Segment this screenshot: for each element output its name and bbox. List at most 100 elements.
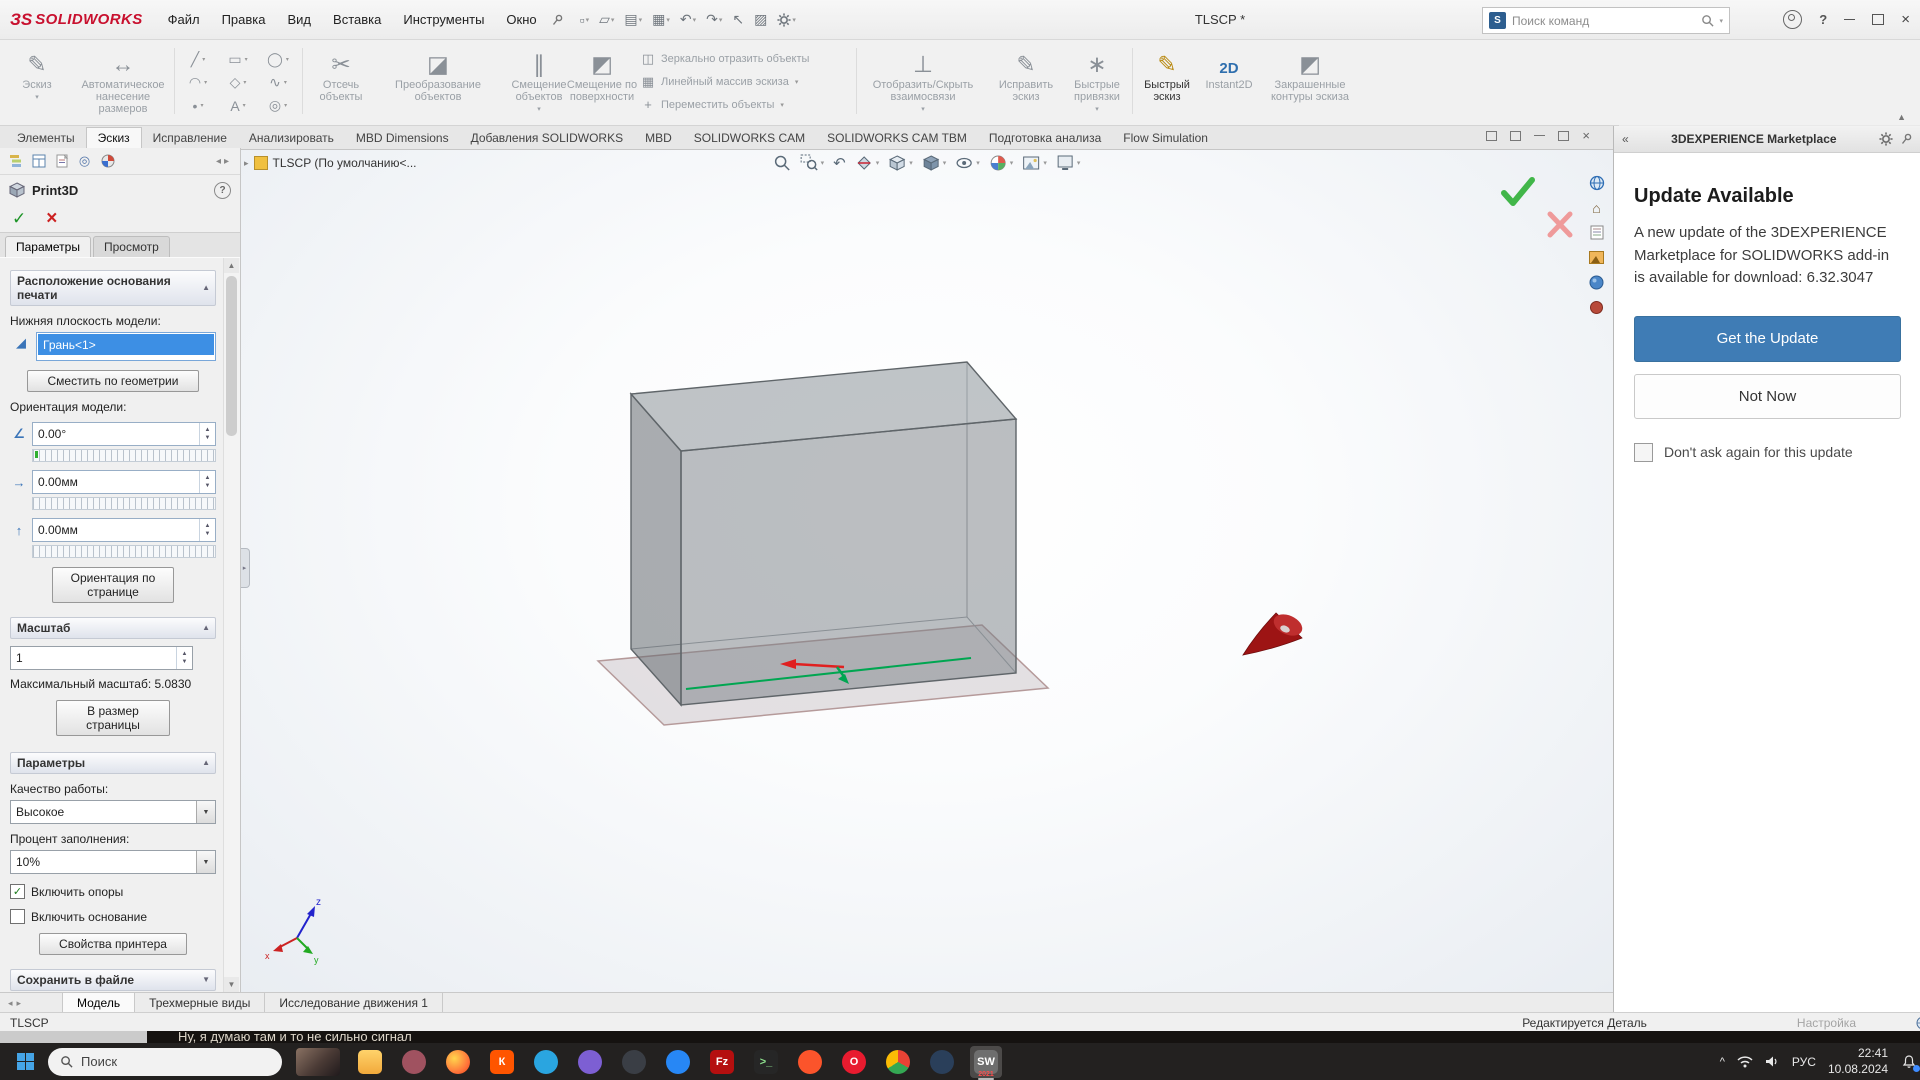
taskbar-app-icon[interactable] bbox=[574, 1046, 606, 1078]
base-checkbox-row[interactable]: Включить основание bbox=[10, 909, 216, 924]
hide-show-items-icon[interactable]: ▾ bbox=[955, 154, 980, 172]
doc-minimize-icon[interactable] bbox=[1534, 135, 1545, 136]
tray-overflow-icon[interactable]: ^ bbox=[1720, 1056, 1725, 1068]
edit-appearance-icon[interactable]: ▾ bbox=[989, 154, 1014, 172]
search-dropdown-icon[interactable]: ▾ bbox=[1719, 17, 1723, 25]
tab-scroll-icons[interactable]: ◂▸ bbox=[8, 993, 25, 1013]
menu-item[interactable]: Окно bbox=[495, 0, 547, 39]
notification-bell-icon[interactable] bbox=[1900, 1053, 1918, 1071]
display-style-icon[interactable]: ▾ bbox=[922, 154, 947, 172]
appearances-sphere-icon[interactable] bbox=[1588, 274, 1605, 291]
ribbon-tab[interactable]: Элементы bbox=[6, 128, 86, 149]
resources-globe-icon[interactable] bbox=[1588, 174, 1605, 191]
volume-icon[interactable] bbox=[1765, 1055, 1780, 1068]
dimxpertmanager-tab-icon[interactable]: ◎ bbox=[77, 154, 92, 169]
ribbon-tab[interactable]: Анализировать bbox=[238, 128, 345, 149]
pm-cancel-icon[interactable]: × bbox=[46, 209, 57, 228]
new-document-icon[interactable]: ▫▾ bbox=[576, 10, 593, 30]
command-search-box[interactable]: S Поиск команд ▾ bbox=[1482, 7, 1730, 34]
dont-ask-checkbox-row[interactable]: Don't ask again for this update bbox=[1634, 443, 1901, 462]
rebuild-icon[interactable]: ▨ bbox=[750, 9, 771, 30]
design-library-icon[interactable] bbox=[1588, 224, 1605, 241]
cascade-windows-icon[interactable] bbox=[1510, 131, 1521, 141]
ribbon-tab[interactable]: Flow Simulation bbox=[1112, 128, 1219, 149]
pm-section-params[interactable]: Параметры▲ bbox=[10, 752, 216, 774]
pm-ok-icon[interactable]: ✓ bbox=[12, 209, 26, 229]
taskbar-app-icon[interactable]: O bbox=[838, 1046, 870, 1078]
custom-properties-icon[interactable] bbox=[1588, 299, 1605, 316]
manager-tabs-scroll-icons[interactable]: ◂▸ bbox=[216, 156, 232, 167]
dy-slider[interactable] bbox=[32, 545, 216, 558]
zoom-area-icon[interactable]: ▾ bbox=[800, 154, 825, 172]
sketch-tool-icon[interactable]: •▾ bbox=[178, 94, 218, 117]
taskbar-app-icon[interactable]: К bbox=[486, 1046, 518, 1078]
doc-restore-icon[interactable] bbox=[1558, 131, 1569, 141]
checkbox-unchecked-icon[interactable] bbox=[1634, 443, 1653, 462]
configurationmanager-tab-icon[interactable] bbox=[54, 154, 69, 169]
selection-listbox[interactable]: Грань<1> bbox=[36, 332, 216, 361]
pin-menu-icon[interactable] bbox=[548, 12, 568, 28]
zoom-fit-icon[interactable] bbox=[773, 154, 791, 172]
printer-properties-button[interactable]: Свойства принтера bbox=[39, 933, 187, 955]
pm-section-scale[interactable]: Масштаб▲ bbox=[10, 617, 216, 639]
ribbon-tab[interactable]: Подготовка анализа bbox=[978, 128, 1112, 149]
help-icon[interactable]: ? bbox=[1819, 12, 1827, 27]
taskbar-app-icon[interactable] bbox=[882, 1046, 914, 1078]
undo-icon[interactable]: ↶▾ bbox=[676, 9, 700, 30]
pm-tab[interactable]: Просмотр bbox=[93, 236, 170, 257]
sketch-tool-icon[interactable]: ╱▾ bbox=[178, 48, 218, 71]
ribbon-rapid-sketch-button[interactable]: ✎ Быстрый эскиз bbox=[1138, 44, 1196, 103]
collapse-panel-icon[interactable]: « bbox=[1622, 132, 1629, 146]
ribbon-linear-pattern-button[interactable]: ▦ Линейный массив эскиза ▾ bbox=[640, 74, 854, 90]
ribbon-tab[interactable]: Добавления SOLIDWORKS bbox=[460, 128, 635, 149]
previous-view-icon[interactable]: ↶ bbox=[833, 154, 846, 172]
panel-splitter-handle[interactable]: ▸ bbox=[240, 548, 250, 588]
document-tab[interactable]: Трехмерные виды bbox=[135, 993, 265, 1013]
taskbar-app-icon[interactable] bbox=[926, 1046, 958, 1078]
orient-to-page-button[interactable]: Ориентация по странице bbox=[52, 567, 174, 603]
dy-input[interactable]: 0.00мм ▲▼ bbox=[32, 518, 216, 542]
options-gear-icon[interactable]: ▾ bbox=[773, 11, 800, 29]
menu-item[interactable]: Вид bbox=[277, 0, 323, 39]
infill-select[interactable]: 10% ▼ bbox=[10, 850, 216, 874]
graphics-viewport[interactable]: z x y ▸ TLSCP (По умолчанию<... ▾ ↶ ▾ ▾ bbox=[240, 148, 1613, 992]
quality-select[interactable]: Высокое ▼ bbox=[10, 800, 216, 824]
document-tab[interactable]: Исследование движения 1 bbox=[265, 993, 443, 1013]
pm-scrollbar[interactable]: ▲ ▼ bbox=[223, 258, 240, 992]
sketch-tool-icon[interactable]: ◯▾ bbox=[258, 48, 298, 71]
ribbon-trim-button[interactable]: ✂ Отсечь объекты bbox=[308, 44, 374, 103]
ribbon-tab[interactable]: SOLIDWORKS CAM bbox=[683, 128, 816, 149]
scroll-down-icon[interactable]: ▼ bbox=[224, 977, 239, 992]
section-view-icon[interactable]: ▾ bbox=[855, 154, 880, 172]
ribbon-relations-button[interactable]: ⊥ Отобразить/Скрыть взаимосвязи ▾ bbox=[862, 44, 984, 113]
ribbon-instant2d-button[interactable]: 2D Instant2D bbox=[1200, 44, 1258, 91]
network-icon[interactable] bbox=[1737, 1055, 1753, 1068]
dx-input[interactable]: 0.00мм ▲▼ bbox=[32, 470, 216, 494]
menu-item[interactable]: Вставка bbox=[322, 0, 392, 39]
taskbar-search[interactable]: Поиск bbox=[48, 1048, 282, 1076]
spinner-arrows-icon[interactable]: ▲▼ bbox=[176, 647, 192, 669]
ribbon-smart-dimension-button[interactable]: ↔ Автоматическое нанесение размеров bbox=[72, 44, 174, 115]
pm-section-save[interactable]: Сохранить в файле▼ bbox=[10, 969, 216, 991]
ribbon-tab[interactable]: Эскиз bbox=[86, 127, 142, 150]
save-icon[interactable]: ▤▾ bbox=[620, 9, 646, 30]
checkbox-unchecked-icon[interactable] bbox=[10, 909, 25, 924]
taskbar-app-icon[interactable]: Fz bbox=[706, 1046, 738, 1078]
fit-to-page-button[interactable]: В размер страницы bbox=[56, 700, 170, 736]
clock[interactable]: 22:41 10.08.2024 bbox=[1828, 1046, 1888, 1077]
doc-close-icon[interactable]: × bbox=[1582, 128, 1590, 143]
ribbon-repair-button[interactable]: ✎ Исправить эскиз bbox=[990, 44, 1062, 103]
ribbon-tab[interactable]: MBD bbox=[634, 128, 683, 149]
ribbon-surface-offset-button[interactable]: ◩ Смещение по поверхности bbox=[566, 44, 638, 103]
selected-face-item[interactable]: Грань<1> bbox=[38, 334, 214, 355]
sketch-tool-icon[interactable]: ∿▾ bbox=[258, 71, 298, 94]
ribbon-tab[interactable]: MBD Dimensions bbox=[345, 128, 460, 149]
view-orientation-cube-icon[interactable]: ▾ bbox=[888, 154, 913, 172]
move-by-geometry-button[interactable]: Сместить по геометрии bbox=[27, 370, 199, 392]
taskbar-app-icon[interactable] bbox=[530, 1046, 562, 1078]
open-document-icon[interactable]: ▱▾ bbox=[595, 9, 618, 30]
ribbon-mirror-button[interactable]: ◫ Зеркально отразить объекты bbox=[640, 51, 854, 67]
ribbon-quick-snaps-button[interactable]: ∗ Быстрые привязки ▾ bbox=[1066, 44, 1128, 113]
menu-item[interactable]: Инструменты bbox=[392, 0, 495, 39]
home-icon[interactable]: ⌂ bbox=[1588, 199, 1605, 216]
